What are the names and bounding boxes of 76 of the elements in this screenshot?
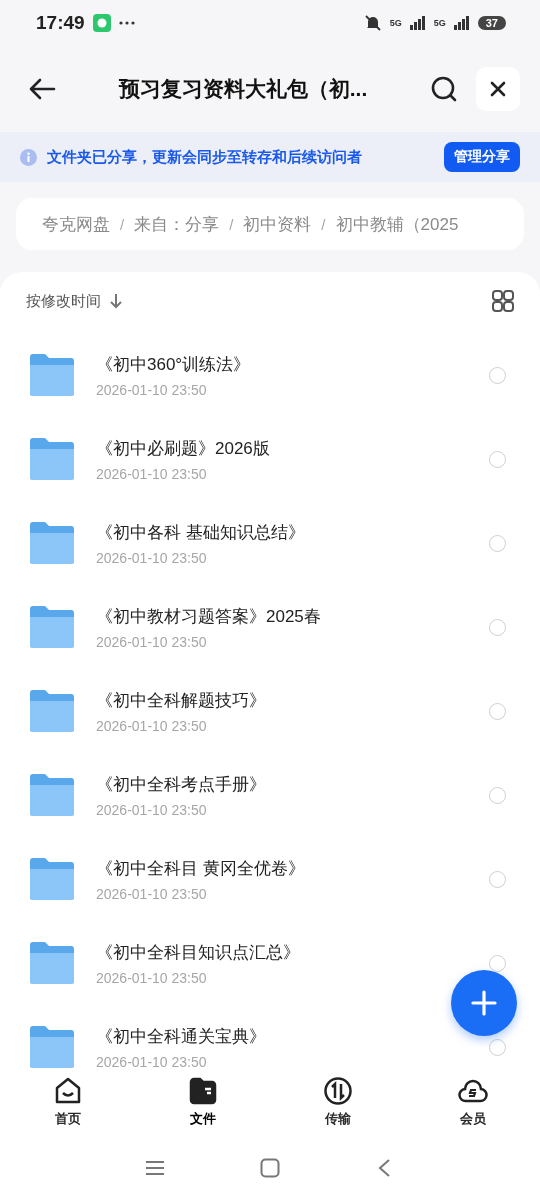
breadcrumb-item[interactable]: 夸克网盘	[42, 212, 110, 236]
home-square-icon[interactable]	[260, 1157, 280, 1178]
select-checkbox[interactable]	[489, 450, 506, 468]
folder-icon	[28, 353, 76, 397]
file-date: 2026-01-10 23:50	[96, 969, 208, 986]
breadcrumb-separator: /	[321, 215, 326, 233]
file-row[interactable]: 《初中各科 基础知识总结》 2026-01-10 23:50	[0, 501, 540, 585]
battery-level: 37	[477, 15, 506, 30]
select-checkbox[interactable]	[489, 702, 506, 720]
select-checkbox[interactable]	[489, 618, 506, 636]
file-name: 《初中各科 基础知识总结》	[96, 521, 306, 544]
muted-bell-icon	[363, 13, 382, 32]
file-row[interactable]: 《初中全科考点手册》 2026-01-10 23:50	[0, 753, 540, 837]
nav-tab[interactable]: 会员	[405, 1068, 540, 1135]
file-date: 2026-01-10 23:50	[96, 381, 208, 398]
file-row[interactable]: 《初中教材习题答案》2025春 2026-01-10 23:50	[0, 585, 540, 669]
breadcrumb-item[interactable]: 初中资料	[243, 212, 312, 236]
plus-icon	[471, 990, 497, 1016]
info-icon	[20, 148, 37, 166]
file-row[interactable]: 《初中全科目 黄冈全优卷》 2026-01-10 23:50	[0, 837, 540, 921]
nav-tab[interactable]: 传输	[270, 1068, 405, 1135]
search-icon	[430, 74, 458, 103]
breadcrumb-item[interactable]: 初中教辅（2025	[335, 212, 459, 236]
app-notification-icon	[92, 13, 111, 32]
file-date: 2026-01-10 23:50	[96, 549, 208, 566]
nav-tab[interactable]: 文件	[135, 1068, 270, 1135]
select-checkbox[interactable]	[489, 954, 506, 972]
file-name: 《初中360°训练法》	[96, 353, 252, 376]
file-name: 《初中全科目知识点汇总》	[96, 941, 301, 964]
select-checkbox[interactable]	[489, 870, 506, 888]
more-icon	[118, 20, 135, 25]
grid-view-icon[interactable]	[492, 290, 514, 312]
file-name: 《初中全科考点手册》	[96, 773, 267, 796]
file-row[interactable]: 《初中360°训练法》 2026-01-10 23:50	[0, 333, 540, 417]
folder-icon	[28, 857, 76, 901]
folder-icon	[28, 773, 76, 817]
folder-icon	[28, 437, 76, 481]
breadcrumb-separator: /	[229, 215, 234, 233]
file-date: 2026-01-10 23:50	[96, 465, 208, 482]
file-date: 2026-01-10 23:50	[96, 801, 208, 818]
folder-icon	[28, 605, 76, 649]
folder-icon	[28, 689, 76, 733]
file-name: 《初中全科解题技巧》	[96, 689, 267, 712]
signal-icon	[409, 15, 426, 30]
nav-tab[interactable]: 首页	[0, 1068, 135, 1135]
select-checkbox[interactable]	[489, 786, 506, 804]
sort-label[interactable]: 按修改时间	[26, 291, 101, 311]
select-checkbox[interactable]	[489, 1038, 506, 1056]
file-row[interactable]: 《初中全科解题技巧》 2026-01-10 23:50	[0, 669, 540, 753]
menu-icon[interactable]	[145, 1159, 165, 1176]
manage-share-button[interactable]: 管理分享	[444, 142, 520, 172]
file-date: 2026-01-10 23:50	[96, 717, 208, 734]
file-name: 《初中全科通关宝典》	[96, 1025, 267, 1048]
select-checkbox[interactable]	[489, 366, 506, 384]
page-title: 预习复习资料大礼包（初...	[117, 75, 369, 102]
folder-icon	[28, 1025, 76, 1068]
status-time: 17:49	[36, 11, 85, 34]
file-row[interactable]: 《初中必刷题》2026版 2026-01-10 23:50	[0, 417, 540, 501]
select-checkbox[interactable]	[489, 534, 506, 552]
file-name: 《初中全科目 黄冈全优卷》	[96, 857, 306, 880]
close-icon	[490, 80, 506, 97]
signal-icon	[453, 15, 470, 30]
folder-icon	[28, 521, 76, 565]
file-date: 2026-01-10 23:50	[96, 1053, 208, 1068]
file-name: 《初中教材习题答案》2025春	[96, 605, 322, 628]
file-name: 《初中必刷题》2026版	[96, 437, 271, 460]
back-arrow-icon	[28, 76, 56, 101]
folder-icon	[28, 941, 76, 985]
file-date: 2026-01-10 23:50	[96, 885, 208, 902]
down-arrow-icon[interactable]	[109, 293, 123, 309]
close-button[interactable]	[476, 66, 520, 111]
breadcrumb-separator: /	[120, 215, 125, 233]
share-notice: 文件夹已分享，更新会同步至转存和后续访问者	[47, 147, 363, 167]
network-type: 5G	[389, 17, 402, 28]
file-date: 2026-01-10 23:50	[96, 633, 208, 650]
network-type: 5G	[433, 17, 446, 28]
